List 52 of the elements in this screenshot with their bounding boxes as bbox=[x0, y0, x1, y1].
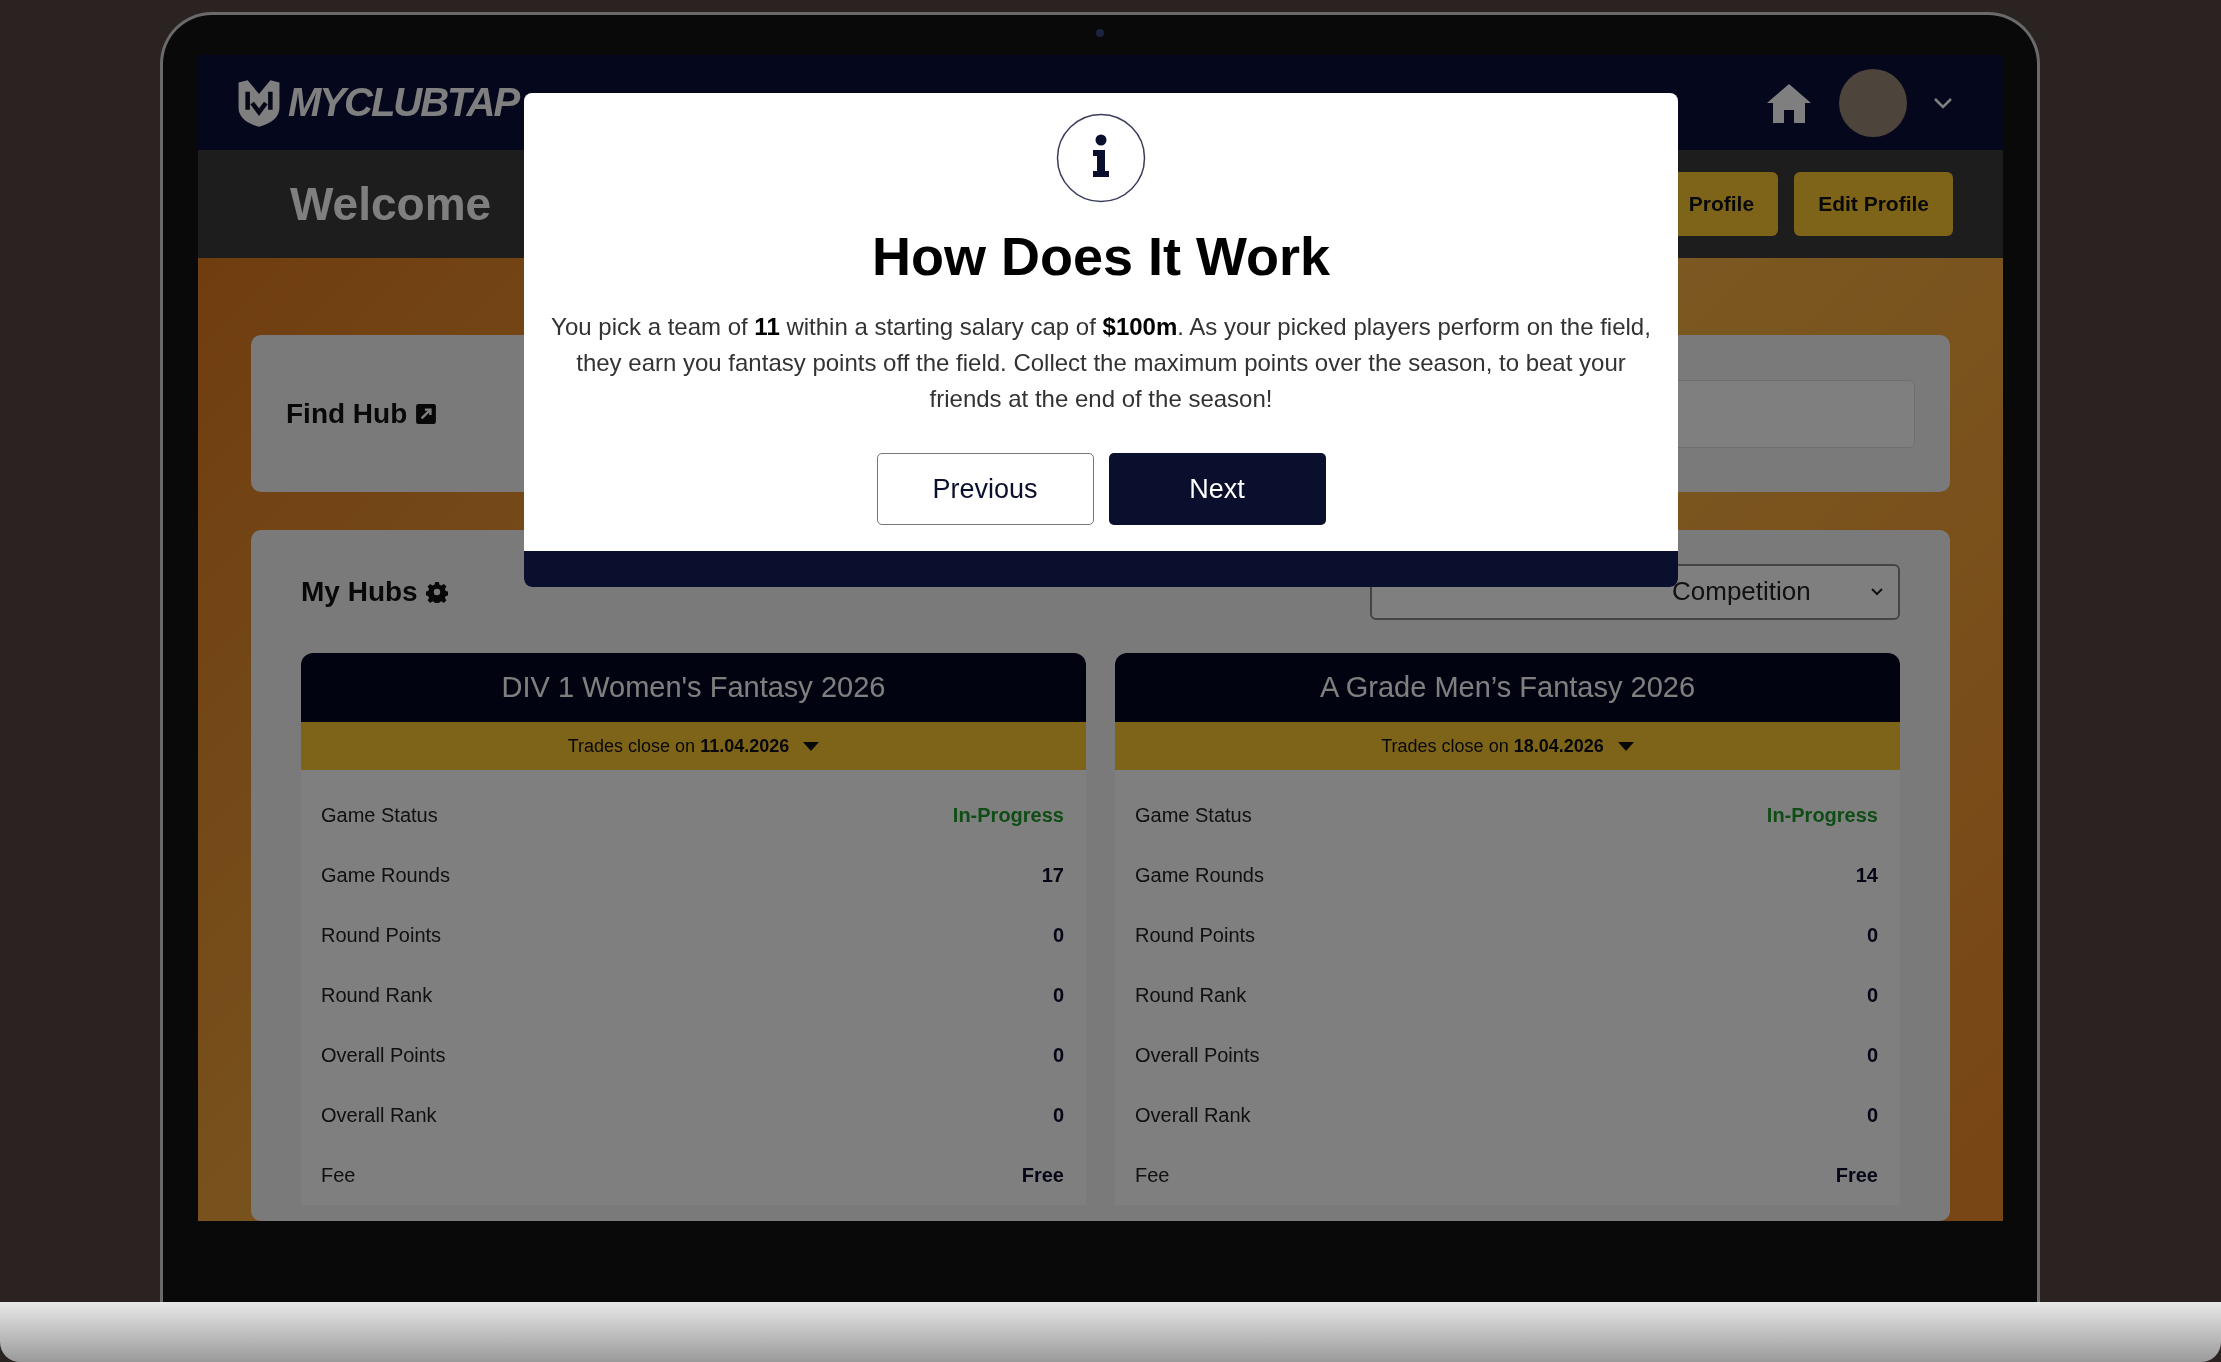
logo-icon bbox=[236, 77, 282, 128]
chevron-down-icon bbox=[1870, 587, 1884, 596]
external-link-icon[interactable] bbox=[415, 402, 438, 425]
stat-label: Overall Points bbox=[1135, 1043, 1260, 1067]
trades-close-text: Trades close on 18.04.2026 bbox=[1381, 735, 1604, 757]
stat-value: 17 bbox=[1041, 863, 1064, 887]
modal-body-text: You pick a team of 11 within a starting salary cap of $100m. As your picked players perform on the field, they earn you fantasy points off the field. Collect the maximum points over the season, to beat your friends at the end of the season! bbox=[550, 312, 1652, 414]
stat-value: In-Progress bbox=[952, 803, 1064, 827]
logo-text: MYCLUBTAP bbox=[288, 80, 519, 125]
stat-label: Game Status bbox=[321, 803, 438, 827]
stat-label: Game Rounds bbox=[1135, 863, 1264, 887]
find-hub-label: Find Hub bbox=[286, 397, 408, 430]
stat-label: Fee bbox=[1135, 1163, 1170, 1187]
stat-value: 0 bbox=[1052, 1103, 1064, 1127]
trades-close-text: Trades close on 11.04.2026 bbox=[567, 735, 790, 757]
stat-label: Round Rank bbox=[1135, 983, 1247, 1007]
profile-button[interactable]: Edit Profile bbox=[1794, 172, 1953, 236]
stat-label: Round Points bbox=[1135, 923, 1256, 947]
welcome-heading: Welcome bbox=[290, 177, 492, 231]
stat-value: 0 bbox=[1052, 983, 1064, 1007]
modal-title: How Does It Work bbox=[871, 225, 1331, 287]
caret-down-icon[interactable] bbox=[803, 741, 820, 751]
stat-label: Game Status bbox=[1135, 803, 1252, 827]
stat-value: 0 bbox=[1052, 923, 1064, 947]
my-hubs-label: My Hubs bbox=[301, 575, 418, 608]
stat-value: 14 bbox=[1855, 863, 1878, 887]
stat-value: 0 bbox=[1866, 983, 1878, 1007]
trades-close-bar[interactable]: Trades close on 11.04.2026 bbox=[301, 722, 1086, 770]
info-icon bbox=[1056, 113, 1146, 203]
stat-value: 0 bbox=[1866, 1103, 1878, 1127]
stat-label: Overall Rank bbox=[1135, 1103, 1251, 1127]
stat-label: Round Rank bbox=[321, 983, 433, 1007]
next-button[interactable]: Next bbox=[1108, 453, 1326, 525]
chevron-down-icon[interactable] bbox=[1933, 96, 1953, 109]
hub-title: A Grade Men’s Fantasy 2026 bbox=[1115, 653, 1900, 722]
previous-button[interactable]: Previous bbox=[876, 453, 1094, 525]
gear-icon[interactable] bbox=[425, 580, 448, 603]
stat-value: Free bbox=[1835, 1163, 1878, 1187]
camera-icon bbox=[1096, 29, 1104, 37]
stat-value: In-Progress bbox=[1766, 803, 1878, 827]
hub-title: DIV 1 Women's Fantasy 2026 bbox=[301, 653, 1086, 722]
stat-label: Fee bbox=[321, 1163, 356, 1187]
stat-value: 0 bbox=[1866, 923, 1878, 947]
trades-close-bar[interactable]: Trades close on 18.04.2026 bbox=[1115, 722, 1900, 770]
stat-label: Game Rounds bbox=[321, 863, 450, 887]
caret-down-icon[interactable] bbox=[1617, 741, 1634, 751]
stat-label: Overall Rank bbox=[321, 1103, 437, 1127]
stat-value: 0 bbox=[1866, 1043, 1878, 1067]
stat-value: 0 bbox=[1052, 1043, 1064, 1067]
stat-label: Round Points bbox=[321, 923, 442, 947]
stat-label: Overall Points bbox=[321, 1043, 446, 1067]
stat-value: Free bbox=[1021, 1163, 1064, 1187]
